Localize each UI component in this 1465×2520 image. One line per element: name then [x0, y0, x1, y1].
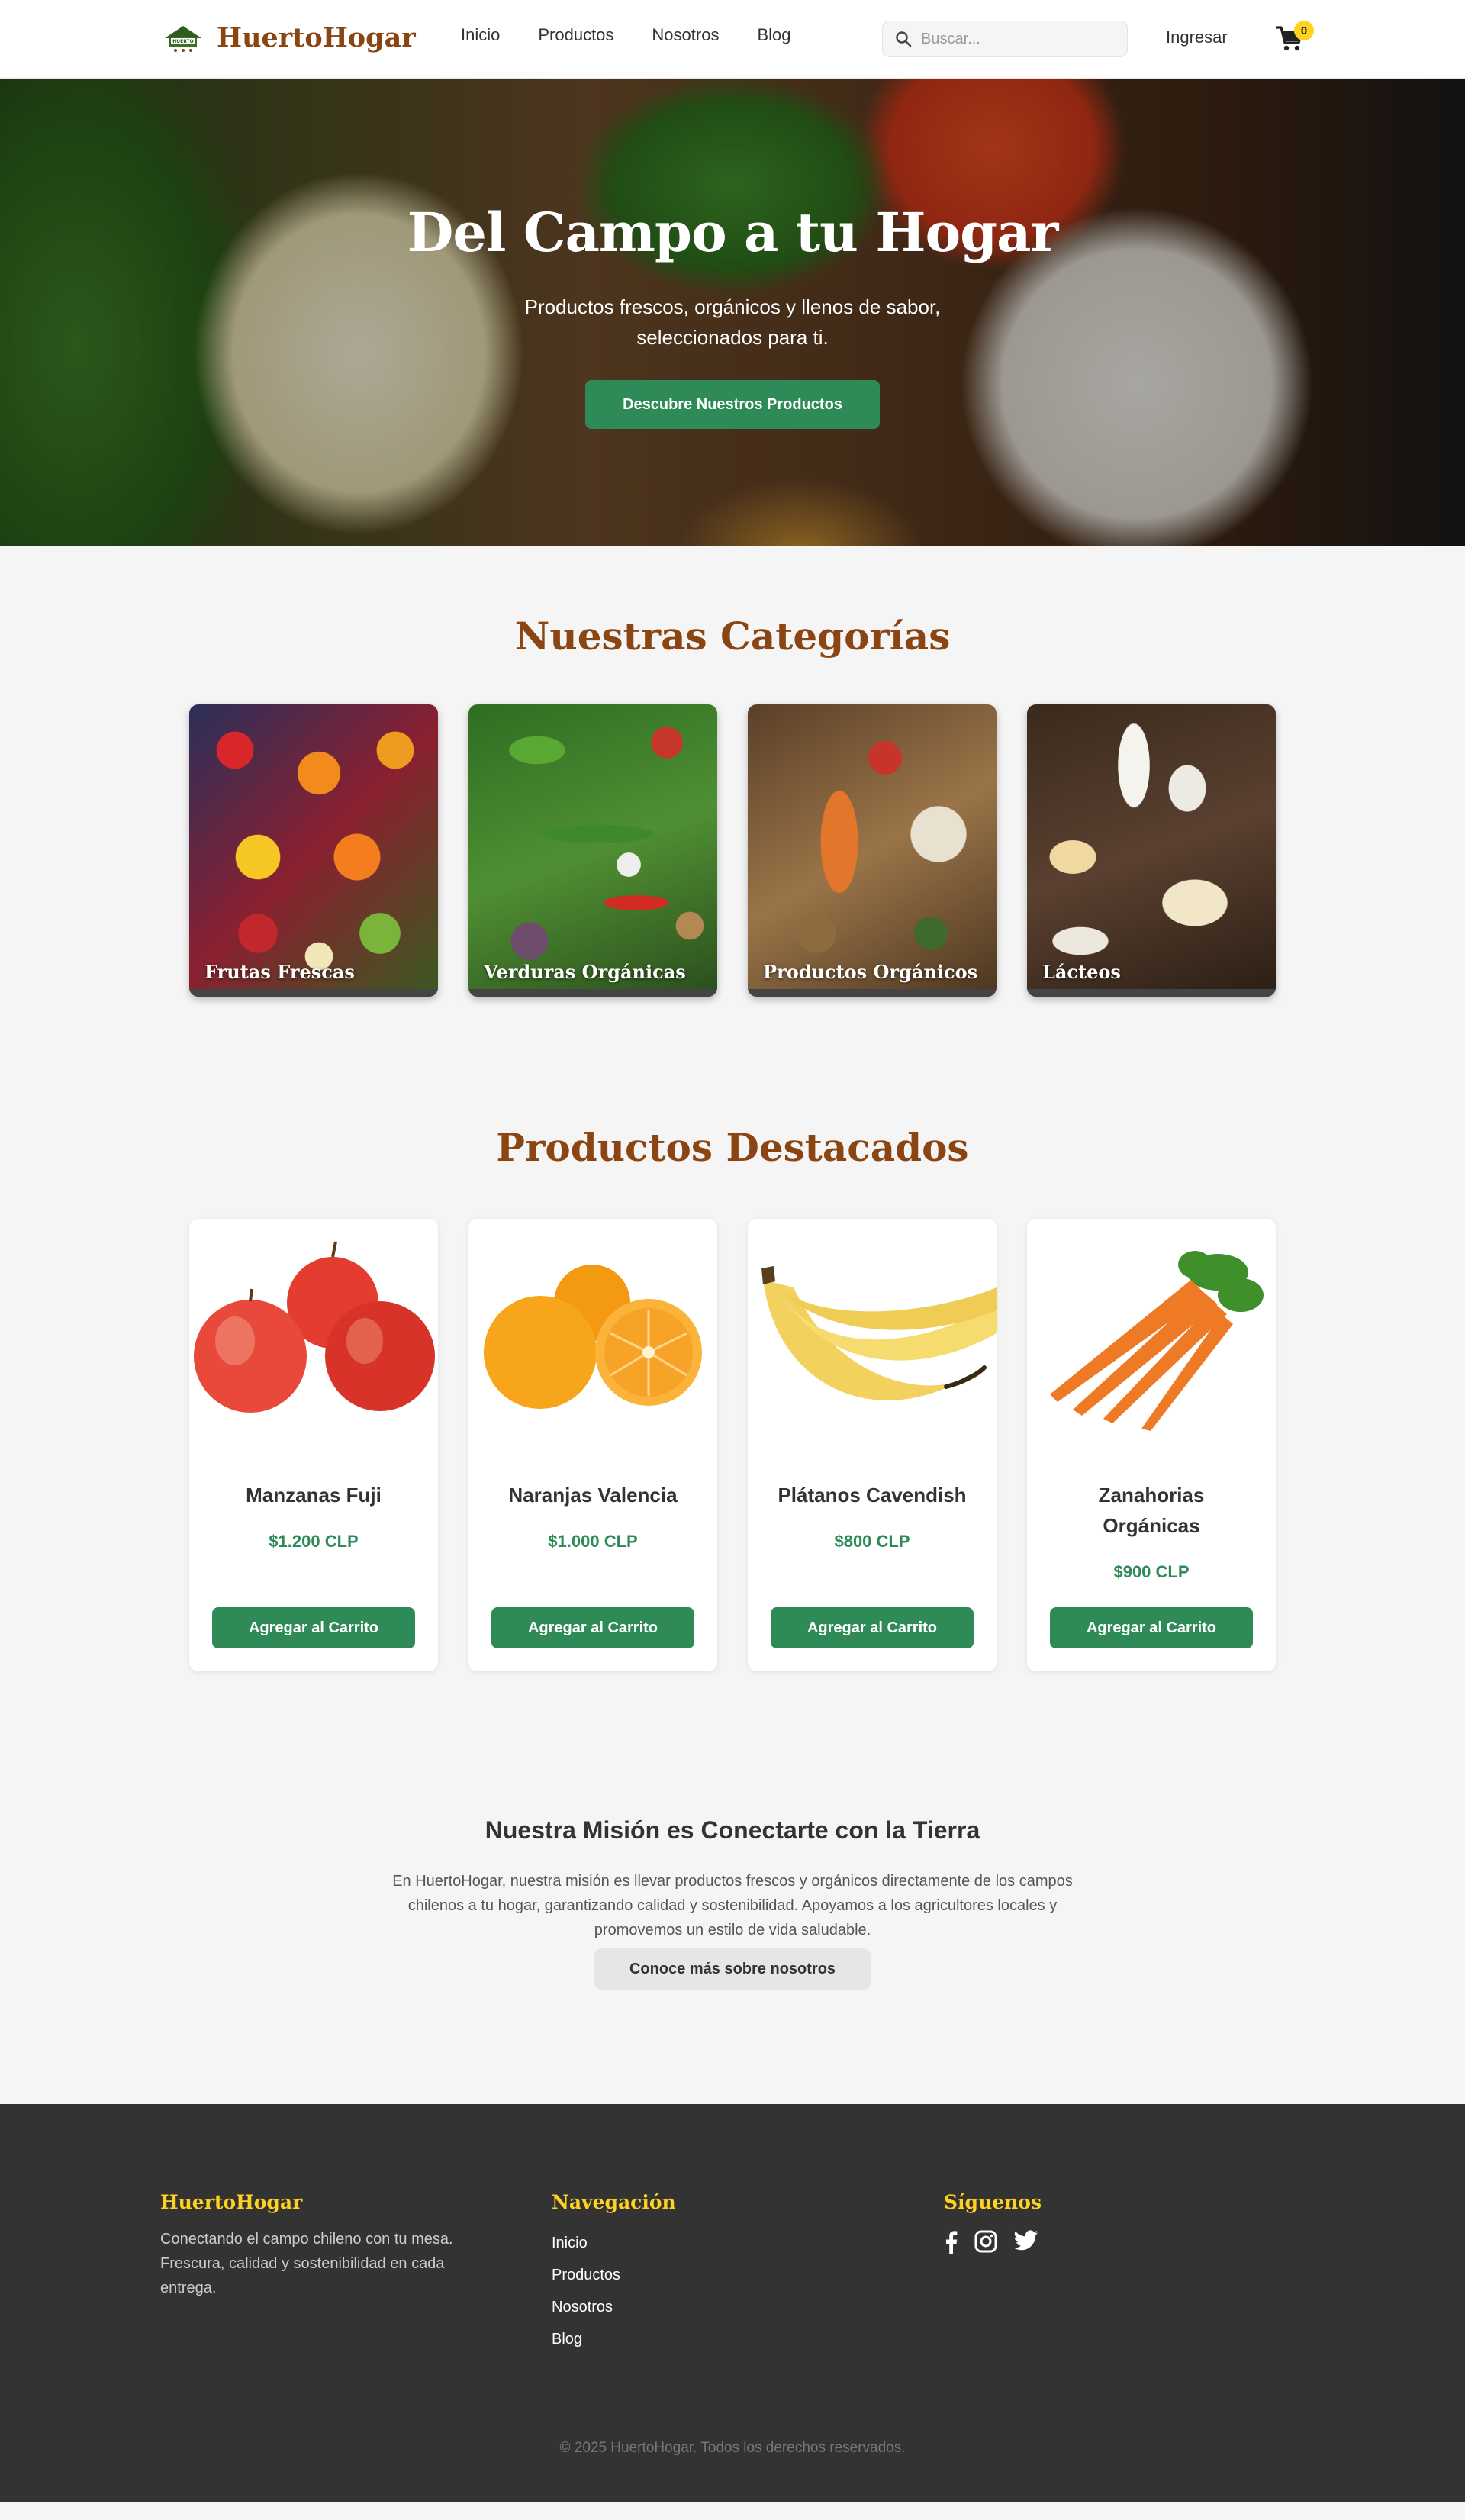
product-card: Naranjas Valencia $1.000 CLP Agregar al …: [468, 1219, 717, 1671]
hero-title: Del Campo a tu Hogar: [407, 201, 1059, 264]
product-card: Manzanas Fuji $1.200 CLP Agregar al Carr…: [189, 1219, 438, 1671]
category-label: Frutas Frescas: [204, 961, 355, 983]
category-card-lacteos[interactable]: Lácteos: [1027, 704, 1276, 997]
category-card-frutas[interactable]: Frutas Frescas: [189, 704, 438, 997]
categories-section: Nuestras Categorías Frutas Frescas Verdu…: [0, 546, 1465, 997]
about-us-button[interactable]: Conoce más sobre nosotros: [594, 1948, 871, 1990]
category-label: Lácteos: [1042, 961, 1121, 983]
svg-text:HUERTO: HUERTO: [172, 39, 194, 44]
search-box: [882, 21, 1128, 57]
category-label: Verduras Orgánicas: [484, 961, 686, 983]
category-card-organicos[interactable]: Productos Orgánicos: [748, 704, 997, 997]
vegetables-image: [468, 704, 717, 997]
facebook-icon[interactable]: [944, 2230, 958, 2254]
featured-products-title: Productos Destacados: [496, 1125, 969, 1170]
product-name: Manzanas Fuji: [246, 1484, 382, 1507]
logo-icon: HUERTO: [165, 26, 201, 52]
product-price: $900 CLP: [1113, 1562, 1190, 1581]
site-header: HUERTO HuertoHogar Inicio Productos Noso…: [0, 0, 1465, 79]
mission-text: En HuertoHogar, nuestra misión es llevar…: [392, 1873, 1073, 1938]
hero-banner: Del Campo a tu Hogar Productos frescos, …: [0, 79, 1465, 546]
nav-link-nosotros[interactable]: Nosotros: [652, 25, 719, 45]
product-price: $800 CLP: [834, 1532, 910, 1551]
product-image-oranges: [468, 1219, 717, 1455]
nav-link-inicio[interactable]: Inicio: [461, 25, 500, 45]
copyright-text: © 2025 HuertoHogar. Todos los derechos r…: [559, 2440, 906, 2456]
product-image-apples: [189, 1219, 438, 1455]
footer-brand-text: Conectando el campo chileno con tu mesa.…: [160, 2231, 453, 2296]
product-card: Plátanos Cavendish $800 CLP Agregar al C…: [748, 1219, 997, 1671]
instagram-icon[interactable]: [974, 2230, 997, 2253]
search-icon: [896, 31, 912, 47]
footer-brand-column: HuertoHogar Conectando el campo chileno …: [160, 2191, 496, 2300]
nav-link-blog[interactable]: Blog: [757, 25, 790, 45]
mission-title: Nuestra Misión es Conectarte con la Tier…: [485, 1816, 980, 1844]
discover-products-button[interactable]: Descubre Nuestros Productos: [585, 380, 880, 429]
organic-basket-image: [748, 704, 997, 997]
categories-title: Nuestras Categorías: [514, 614, 951, 659]
category-card-verduras[interactable]: Verduras Orgánicas: [468, 704, 717, 997]
twitter-icon[interactable]: [1014, 2230, 1038, 2251]
footer-link-productos[interactable]: Productos: [552, 2259, 676, 2291]
footer-brand-title: HuertoHogar: [160, 2191, 303, 2213]
fruits-image: [189, 704, 438, 997]
site-footer: HuertoHogar Conectando el campo chileno …: [0, 2104, 1465, 2502]
add-to-cart-button[interactable]: Agregar al Carrito: [1050, 1607, 1253, 1648]
footer-link-blog[interactable]: Blog: [552, 2323, 676, 2355]
nav-link-productos[interactable]: Productos: [538, 25, 613, 45]
product-name: Naranjas Valencia: [508, 1484, 678, 1507]
product-image-carrots: [1027, 1219, 1276, 1455]
mission-section: Nuestra Misión es Conectarte con la Tier…: [0, 1816, 1465, 1990]
product-image-bananas: [748, 1219, 997, 1455]
footer-link-inicio[interactable]: Inicio: [552, 2227, 676, 2259]
main-nav: Inicio Productos Nosotros Blog: [461, 25, 791, 45]
product-card: Zanahorias Orgánicas $900 CLP Agregar al…: [1027, 1219, 1276, 1671]
brand-name: HuertoHogar: [217, 21, 416, 53]
add-to-cart-button[interactable]: Agregar al Carrito: [212, 1607, 415, 1648]
footer-nav-column: Navegación Inicio Productos Nosotros Blo…: [552, 2191, 676, 2355]
footer-social-title: Síguenos: [944, 2191, 1042, 2213]
login-link[interactable]: Ingresar: [1166, 27, 1228, 47]
cart-count-badge: 0: [1294, 21, 1314, 40]
search-input[interactable]: [921, 30, 1112, 48]
footer-social-column: Síguenos: [944, 2191, 1042, 2254]
product-price: $1.000 CLP: [548, 1532, 638, 1551]
product-price: $1.200 CLP: [269, 1532, 359, 1551]
product-name: Plátanos Cavendish: [778, 1484, 967, 1507]
brand-logo[interactable]: HUERTO HuertoHogar: [160, 21, 416, 53]
add-to-cart-button[interactable]: Agregar al Carrito: [771, 1607, 974, 1648]
hero-subtitle: Productos frescos, orgánicos y llenos de…: [524, 295, 941, 349]
footer-link-nosotros[interactable]: Nosotros: [552, 2291, 676, 2323]
featured-products-section: Productos Destacados Manzanas Fuji $1.20…: [0, 1125, 1465, 1671]
dairy-image: [1027, 704, 1276, 997]
footer-nav-title: Navegación: [552, 2191, 676, 2213]
product-name: Zanahorias Orgánicas: [1098, 1484, 1205, 1537]
category-label: Productos Orgánicos: [763, 961, 978, 983]
add-to-cart-button[interactable]: Agregar al Carrito: [491, 1607, 694, 1648]
